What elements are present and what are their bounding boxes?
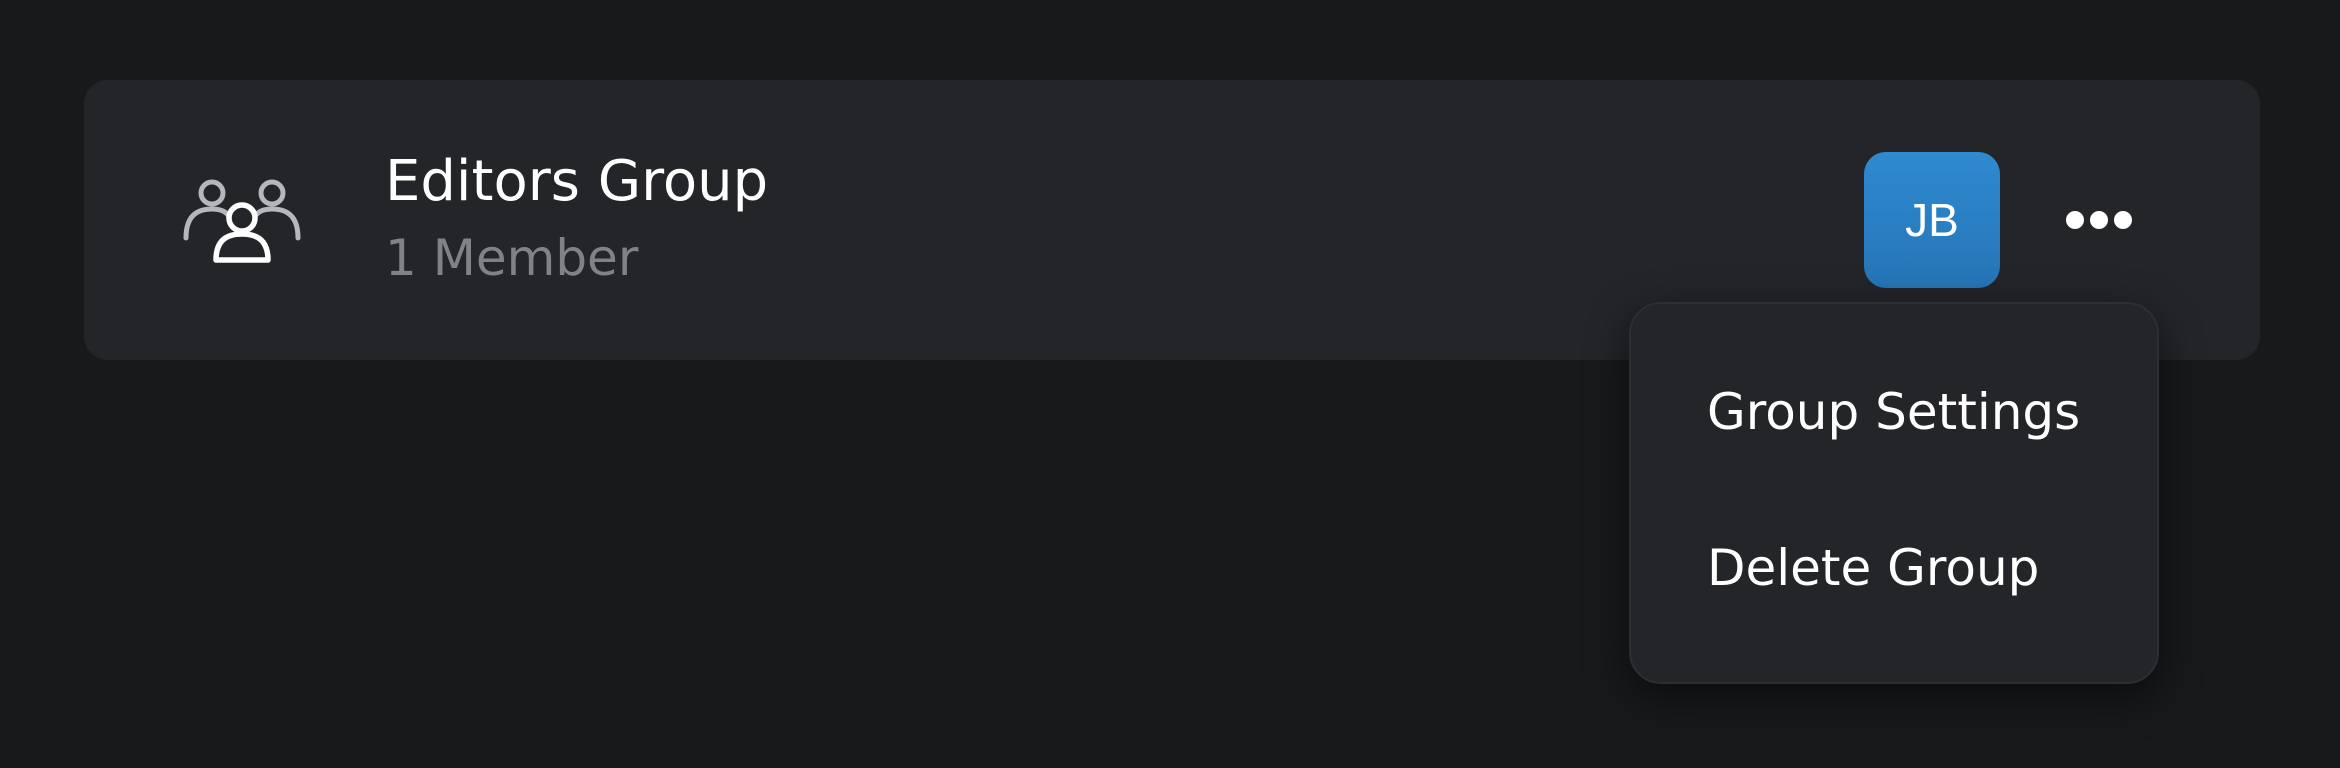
group-settings-menu-item[interactable]: Group Settings	[1631, 356, 2157, 476]
group-name: Editors Group	[385, 149, 769, 214]
delete-group-menu-item[interactable]: Delete Group	[1631, 512, 2157, 632]
more-options-button[interactable]	[2046, 190, 2142, 250]
users-group-icon	[183, 172, 301, 264]
more-horizontal-icon-dot	[2090, 211, 2108, 229]
member-avatar[interactable]: JB	[1864, 152, 2000, 288]
more-horizontal-icon	[2066, 211, 2084, 229]
more-horizontal-icon-dot	[2114, 211, 2132, 229]
member-count: 1 Member	[385, 229, 639, 287]
group-options-menu: Group Settings Delete Group	[1629, 302, 2159, 684]
menu-item-label: Group Settings	[1707, 383, 2081, 441]
menu-item-label: Delete Group	[1707, 539, 2040, 597]
